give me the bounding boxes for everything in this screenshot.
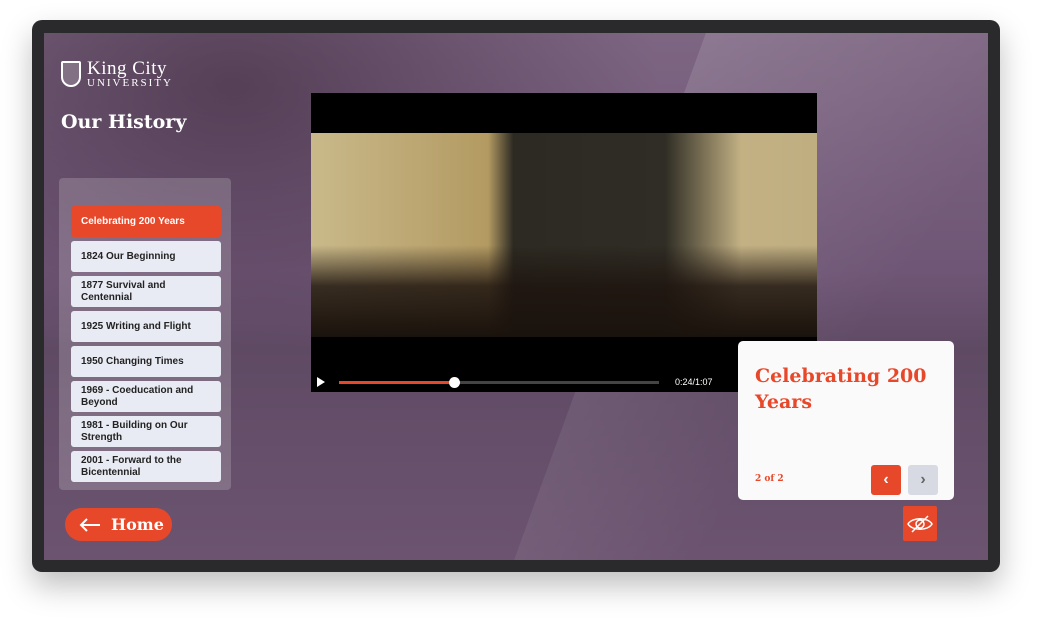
history-menu: Celebrating 200 Years 1824 Our Beginning 1… xyxy=(59,178,231,490)
menu-item[interactable]: 1824 Our Beginning xyxy=(71,241,221,272)
page-title: Our History xyxy=(61,111,187,133)
university-logo: King City University xyxy=(61,59,173,89)
logo-line1: King City xyxy=(87,58,167,79)
video-frame xyxy=(311,133,817,337)
progress-handle[interactable] xyxy=(449,376,461,388)
progress-fill xyxy=(339,380,455,384)
menu-item[interactable]: 1969 - Coeducation and Beyond xyxy=(71,381,221,412)
menu-item[interactable]: 1981 - Building on Our Strength xyxy=(71,416,221,447)
chevron-left-icon: ‹ xyxy=(883,471,889,488)
menu-item[interactable]: 1950 Changing Times xyxy=(71,346,221,377)
home-button[interactable]: Home xyxy=(65,508,172,541)
home-label: Home xyxy=(111,515,164,534)
next-button[interactable]: › xyxy=(908,465,938,495)
menu-item[interactable]: 1925 Writing and Flight xyxy=(71,311,221,342)
video-time: 0:24/1:07 xyxy=(675,377,713,387)
play-icon[interactable] xyxy=(317,377,325,387)
display-frame: King City University Our History Celebra… xyxy=(32,20,1000,572)
shield-icon xyxy=(61,61,81,87)
menu-item[interactable]: Celebrating 200 Years xyxy=(71,206,221,237)
card-title: Celebrating 200 Years xyxy=(755,365,927,413)
eye-slash-icon xyxy=(907,514,933,533)
page-counter: 2 of 2 xyxy=(755,474,784,484)
menu-item[interactable]: 2001 - Forward to the Bicentennial xyxy=(71,451,221,482)
arrow-left-icon xyxy=(79,517,100,532)
info-card: Celebrating 200 Years 2 of 2 ‹ › xyxy=(738,341,954,500)
kiosk-screen: King City University Our History Celebra… xyxy=(44,33,988,560)
logo-line2: University xyxy=(87,77,173,89)
progress-bar[interactable] xyxy=(339,376,659,388)
hide-overlay-button[interactable] xyxy=(903,506,937,541)
chevron-right-icon: › xyxy=(920,471,926,488)
previous-button[interactable]: ‹ xyxy=(871,465,901,495)
menu-item[interactable]: 1877 Survival and Centennial xyxy=(71,276,221,307)
